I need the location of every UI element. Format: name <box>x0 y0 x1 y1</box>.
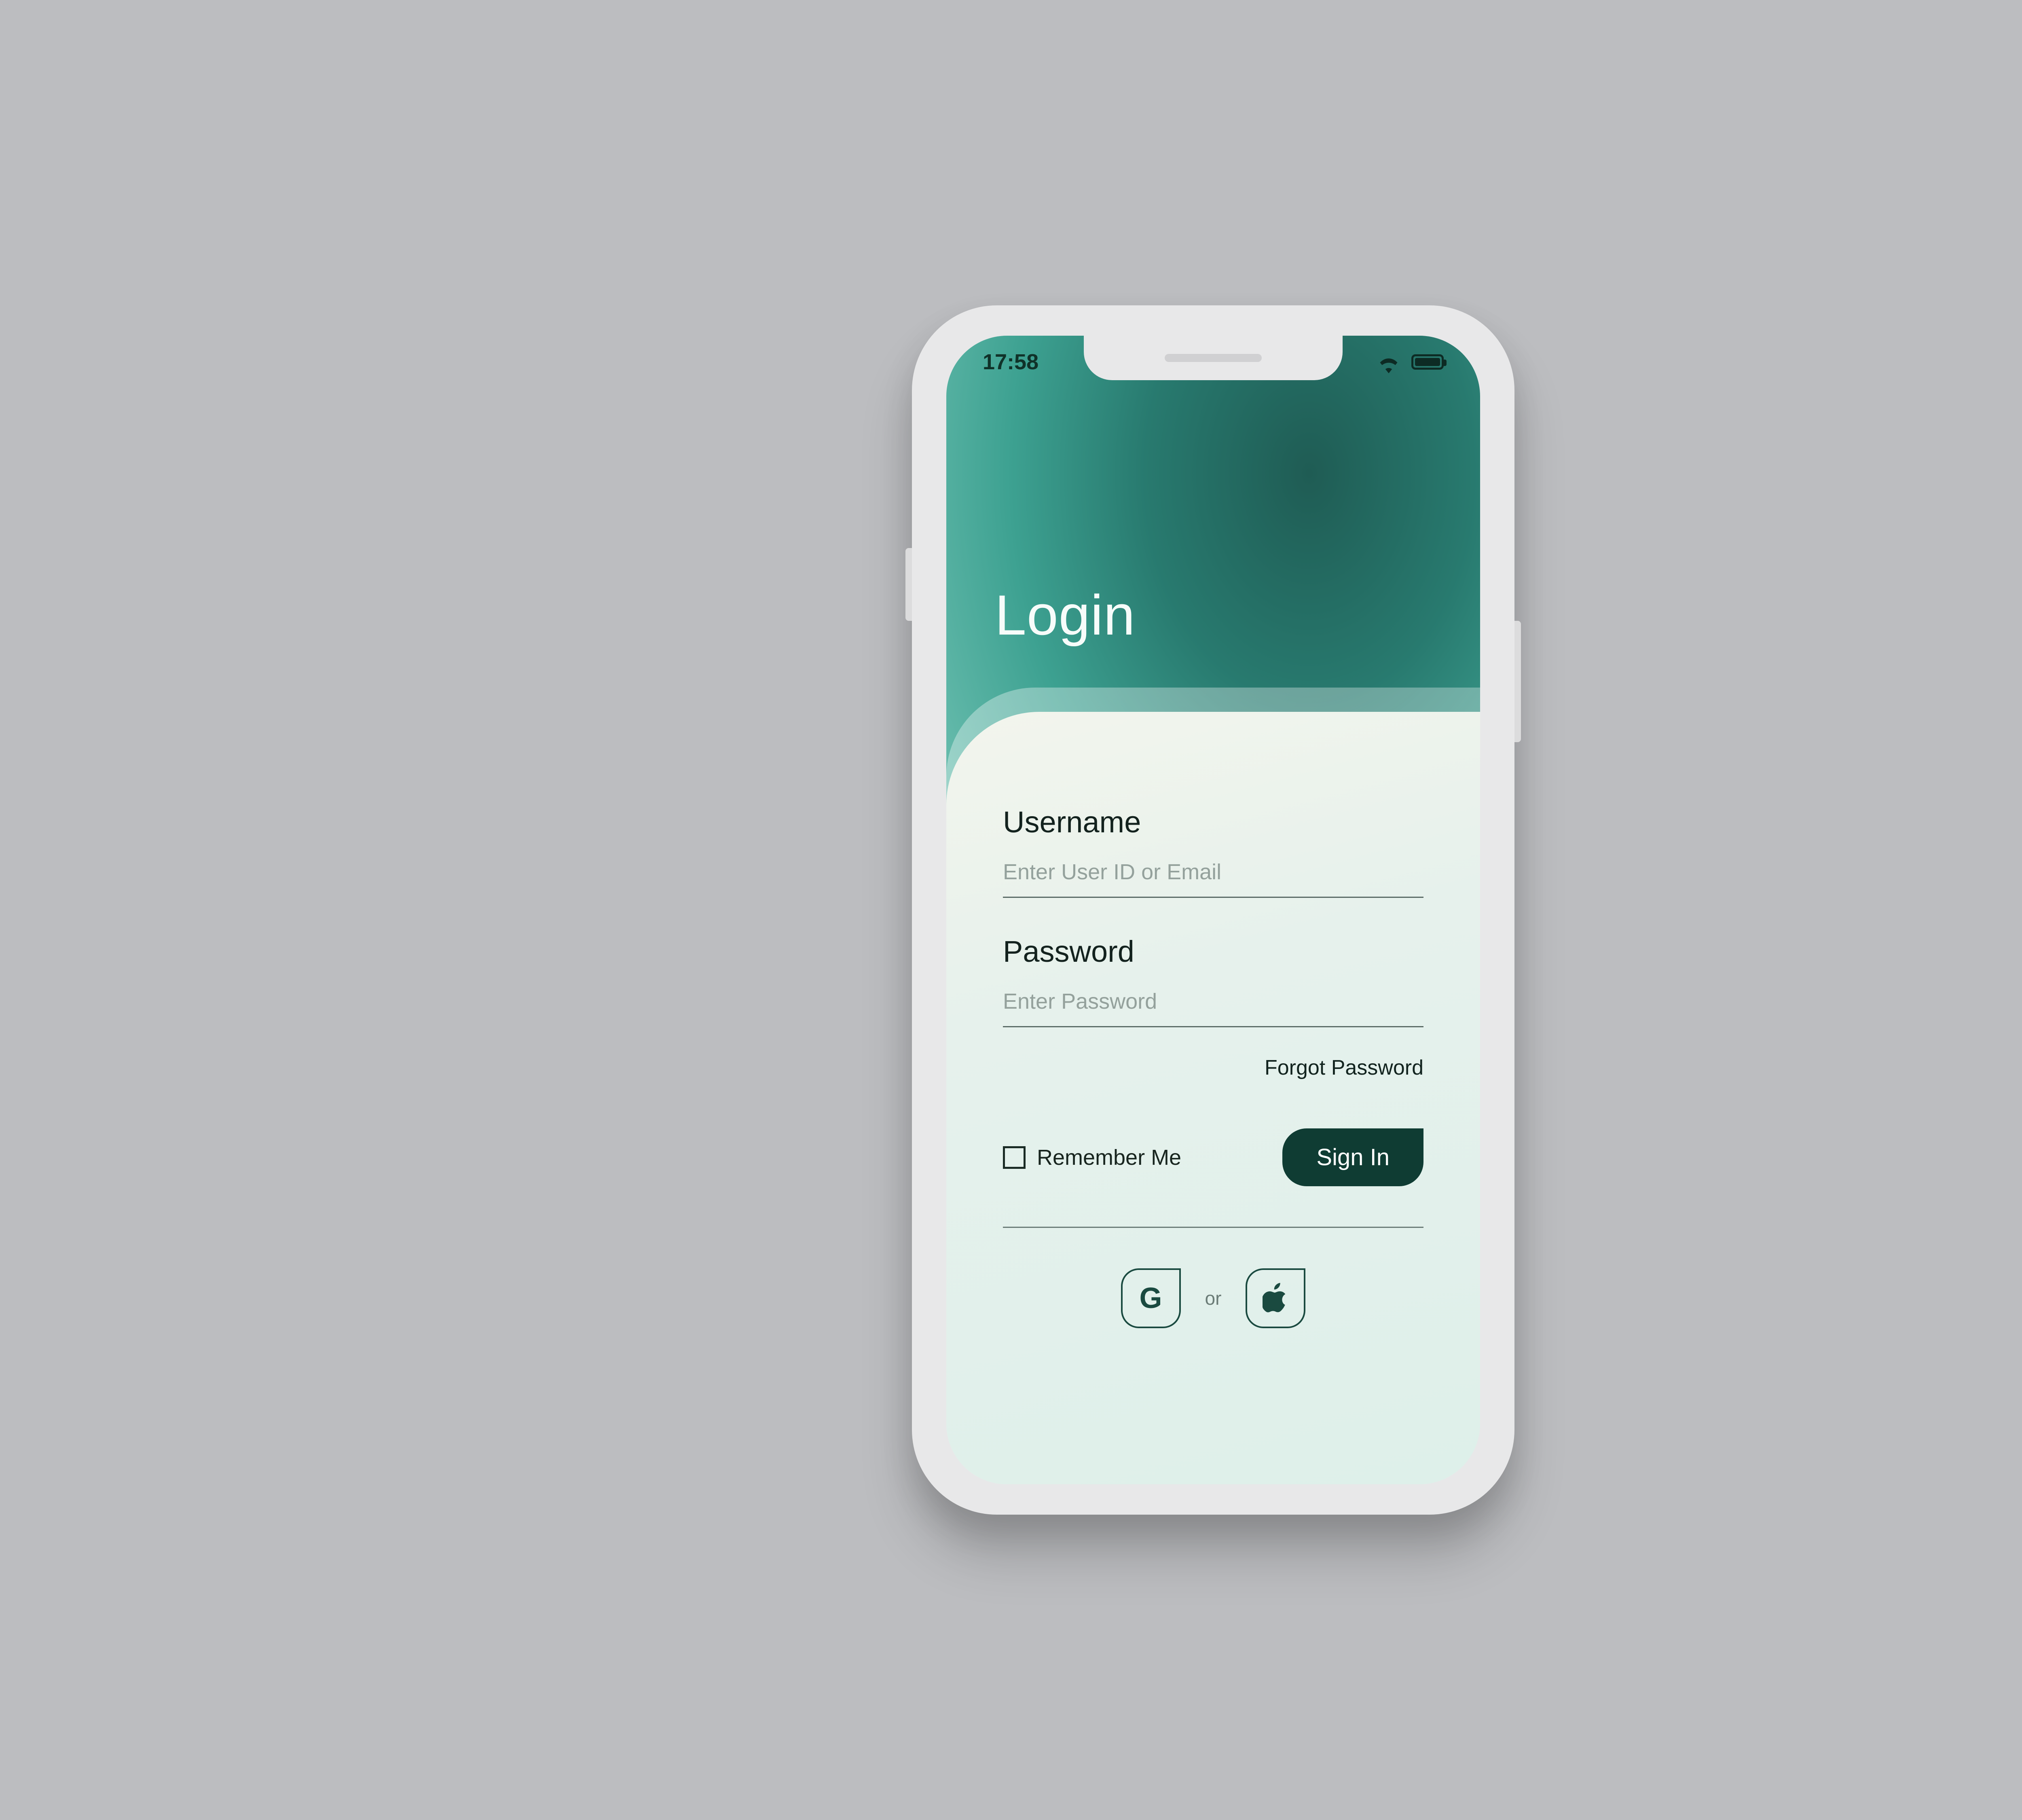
status-right <box>1377 353 1444 370</box>
page-title: Login <box>995 582 1136 648</box>
password-group: Password <box>1003 934 1423 1027</box>
username-label: Username <box>1003 805 1423 839</box>
google-icon: G <box>1140 1282 1162 1315</box>
apple-login-button[interactable] <box>1246 1268 1305 1328</box>
phone-frame: 17:58 Login Username Password Forgot <box>912 305 1514 1515</box>
apple-icon <box>1263 1283 1288 1314</box>
sign-in-button[interactable]: Sign In <box>1282 1128 1423 1186</box>
password-label: Password <box>1003 934 1423 969</box>
remember-label: Remember Me <box>1037 1145 1181 1170</box>
social-login-row: G or <box>1003 1268 1423 1328</box>
login-card: Username Password Forgot Password Rememb… <box>946 712 1480 1484</box>
wifi-icon <box>1377 353 1400 370</box>
actions-row: Remember Me Sign In <box>1003 1128 1423 1228</box>
password-input[interactable] <box>1003 980 1423 1027</box>
remember-me[interactable]: Remember Me <box>1003 1145 1181 1170</box>
or-divider: or <box>1205 1287 1222 1309</box>
username-input[interactable] <box>1003 851 1423 898</box>
notch <box>1084 336 1343 380</box>
status-time: 17:58 <box>983 349 1038 375</box>
remember-checkbox[interactable] <box>1003 1146 1026 1169</box>
google-login-button[interactable]: G <box>1121 1268 1181 1328</box>
forgot-password-link[interactable]: Forgot Password <box>1003 1056 1423 1080</box>
battery-icon <box>1411 354 1444 370</box>
username-group: Username <box>1003 805 1423 898</box>
card-outer: Username Password Forgot Password Rememb… <box>946 688 1480 1484</box>
screen: 17:58 Login Username Password Forgot <box>946 336 1480 1484</box>
